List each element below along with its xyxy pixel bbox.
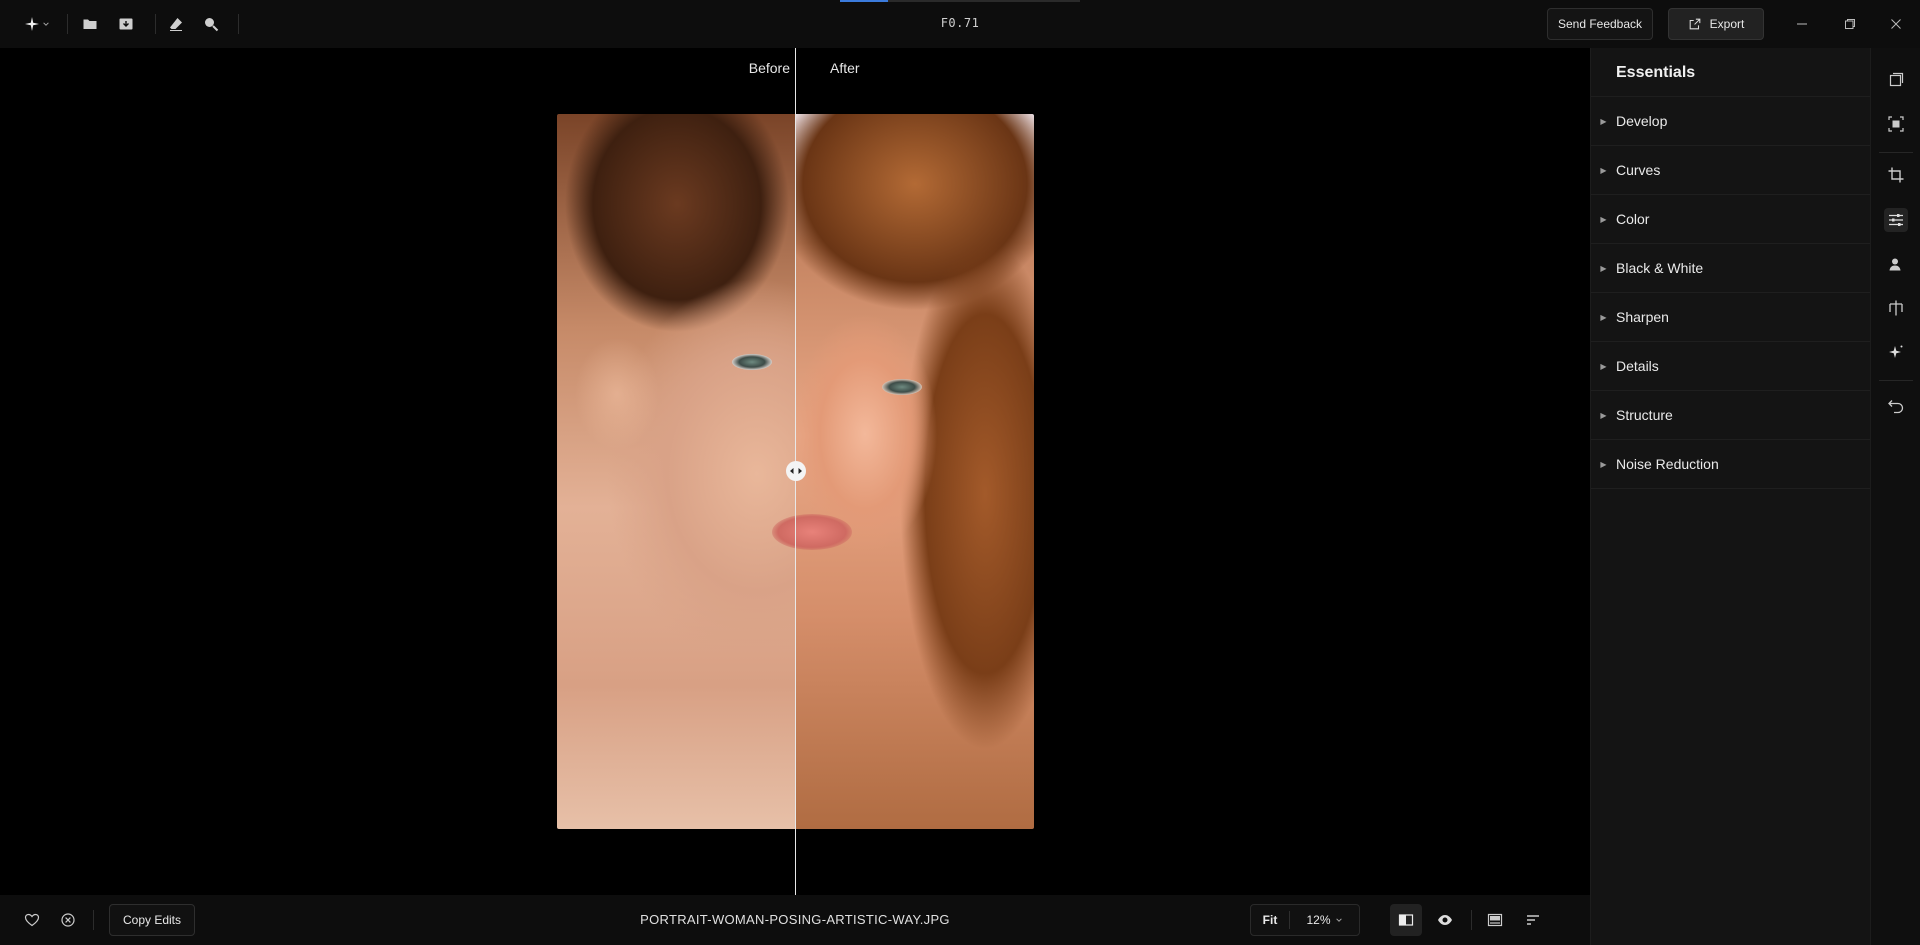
export-button[interactable]: Export [1668, 8, 1764, 40]
portrait-icon[interactable] [1884, 252, 1908, 276]
export-label: Export [1709, 17, 1745, 31]
file-name: PORTRAIT-WOMAN-POSING-ARTISTIC-WAY.JPG [640, 912, 950, 927]
rail-divider [1879, 152, 1913, 153]
section-label: Noise Reduction [1616, 456, 1719, 472]
before-image [557, 114, 795, 829]
section-label: Sharpen [1616, 309, 1669, 325]
caret-right-icon: ▶ [1600, 263, 1607, 273]
section-details[interactable]: ▶ Details [1591, 342, 1871, 391]
presets-icon[interactable] [1884, 68, 1908, 92]
bottom-divider [93, 910, 94, 930]
copy-edits-button[interactable]: Copy Edits [109, 904, 195, 936]
after-label: After [830, 60, 860, 76]
left-right-arrows-icon [790, 468, 802, 474]
section-label: Black & White [1616, 260, 1704, 276]
panel-title: Essentials [1616, 64, 1696, 81]
minimize-icon[interactable] [1790, 12, 1814, 36]
section-sharpen[interactable]: ▶ Sharpen [1591, 293, 1871, 342]
reject-icon[interactable] [58, 910, 78, 930]
eraser-icon[interactable] [166, 14, 186, 34]
tool-rail [1870, 48, 1920, 945]
section-label: Develop [1616, 113, 1668, 129]
photo-detail [882, 379, 922, 395]
photo-detail [772, 514, 852, 550]
section-label: Color [1616, 211, 1650, 227]
preview-eye-icon[interactable] [1435, 910, 1455, 930]
top-bar: F0.71 Send Feedback Export [0, 0, 1920, 48]
ai-enhance-icon[interactable] [1884, 340, 1908, 364]
caret-right-icon: ▶ [1600, 116, 1607, 126]
caret-right-icon: ▶ [1600, 459, 1607, 469]
zoom-icon[interactable] [201, 14, 221, 34]
section-label: Curves [1616, 162, 1661, 178]
bottom-divider [1471, 910, 1472, 930]
caret-right-icon: ▶ [1600, 410, 1607, 420]
sparkle-icon[interactable] [22, 14, 42, 34]
toolbar-divider [67, 14, 68, 34]
transform-icon[interactable] [1884, 296, 1908, 320]
export-icon [1689, 18, 1700, 30]
section-label: Details [1616, 358, 1659, 374]
load-progress-fill [840, 0, 888, 2]
section-develop[interactable]: ▶ Develop [1591, 97, 1871, 146]
select-icon[interactable] [1884, 112, 1908, 136]
restore-icon[interactable] [1838, 12, 1862, 36]
toolbar-divider [155, 14, 156, 34]
after-image [795, 114, 1034, 829]
caret-right-icon: ▶ [1600, 312, 1607, 322]
before-label: Before [748, 60, 790, 76]
toolbar-divider [238, 14, 239, 34]
rail-divider [1879, 380, 1913, 381]
essentials-panel: Essentials ▶ Develop ▶ Curves ▶ Color ▶ … [1590, 48, 1871, 945]
zoom-percent-value: 12% [1306, 913, 1331, 927]
split-drag-handle[interactable] [786, 461, 806, 481]
section-curves[interactable]: ▶ Curves [1591, 146, 1871, 195]
bottom-bar: Copy Edits PORTRAIT-WOMAN-POSING-ARTISTI… [0, 895, 1590, 945]
compare-view-icon[interactable] [1390, 904, 1422, 936]
section-structure[interactable]: ▶ Structure [1591, 391, 1871, 440]
section-black-white[interactable]: ▶ Black & White [1591, 244, 1871, 293]
heart-icon[interactable] [22, 910, 42, 930]
zoom-fit-button[interactable]: Fit [1251, 913, 1289, 927]
close-icon[interactable] [1884, 12, 1908, 36]
caret-right-icon: ▶ [1600, 165, 1607, 175]
load-progress-bar [840, 0, 1080, 2]
chevron-down-icon[interactable] [40, 14, 52, 34]
image-canvas[interactable]: Before After [0, 48, 1590, 895]
send-feedback-button[interactable]: Send Feedback [1547, 8, 1653, 40]
section-color[interactable]: ▶ Color [1591, 195, 1871, 244]
sort-icon[interactable] [1523, 910, 1543, 930]
zoom-control: Fit 12% [1250, 904, 1360, 936]
chevron-down-icon [1335, 918, 1342, 922]
import-icon[interactable] [116, 14, 136, 34]
photo-detail [732, 354, 772, 370]
crop-icon[interactable] [1884, 163, 1908, 187]
zoom-percent-dropdown[interactable]: 12% [1290, 913, 1359, 927]
caret-right-icon: ▶ [1600, 214, 1607, 224]
filmstrip-icon[interactable] [1485, 910, 1505, 930]
caret-right-icon: ▶ [1600, 361, 1607, 371]
section-noise-reduction[interactable]: ▶ Noise Reduction [1591, 440, 1871, 489]
history-icon[interactable] [1884, 394, 1908, 418]
adjust-sliders-icon[interactable] [1884, 208, 1908, 232]
section-label: Structure [1616, 407, 1673, 423]
folder-icon[interactable] [80, 14, 100, 34]
